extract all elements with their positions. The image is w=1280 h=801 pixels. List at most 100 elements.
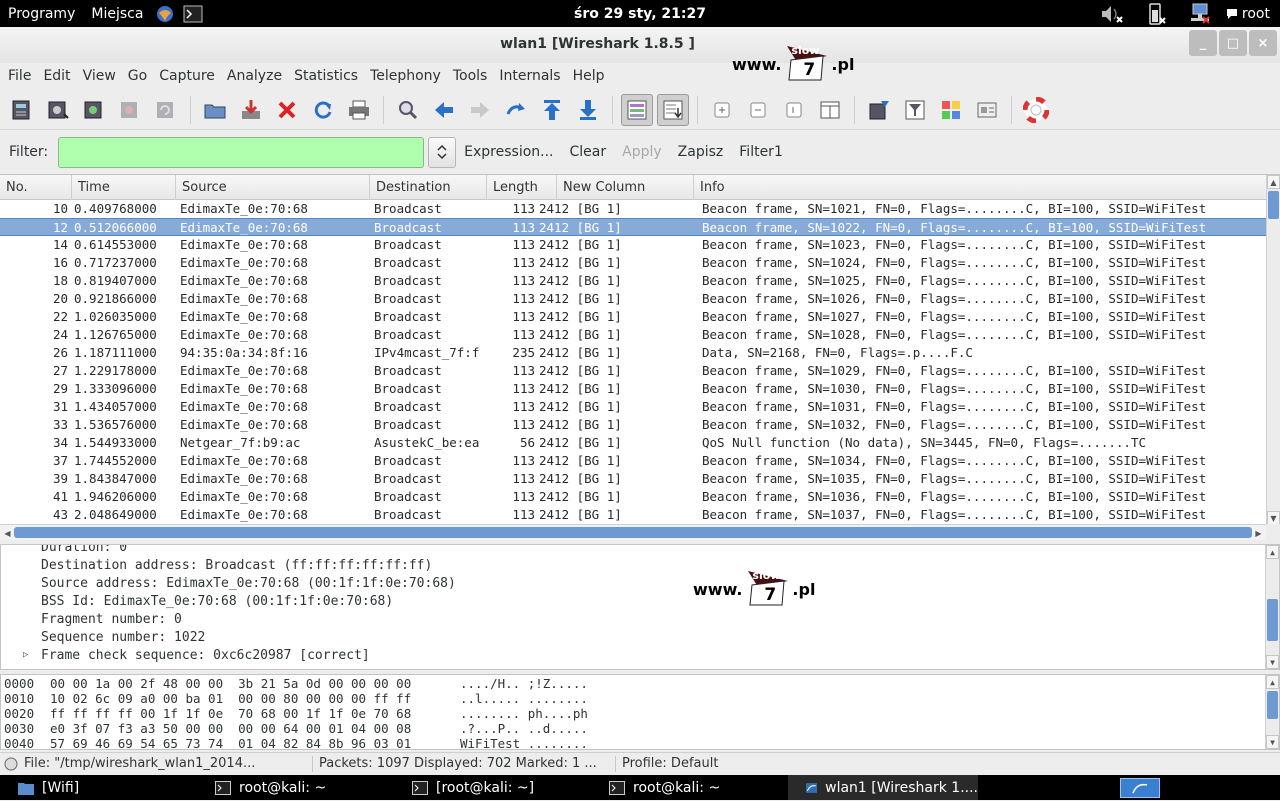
column-header-info[interactable]: Info	[694, 175, 1266, 200]
scroll-up-icon[interactable]: ▲	[1267, 175, 1280, 189]
scroll-down-icon[interactable]: ▼	[1266, 655, 1279, 669]
zoom-in-icon[interactable]	[706, 94, 738, 126]
terminal-launcher-icon[interactable]	[183, 4, 203, 24]
hex-line[interactable]: 0020 ff ff ff ff 00 1f 1f 0e 70 68 00 1f …	[4, 706, 588, 721]
menu-edit[interactable]: Edit	[37, 68, 76, 84]
menu-tools[interactable]: Tools	[447, 68, 494, 84]
zoom-out-icon[interactable]	[742, 94, 774, 126]
applications-menu[interactable]: Programy	[0, 0, 83, 27]
user-menu[interactable]: root	[1222, 6, 1280, 22]
scroll-up-icon[interactable]: ▲	[1266, 545, 1279, 559]
detail-line[interactable]: Frame check sequence: 0xc6c20987 [correc…	[41, 647, 370, 665]
save-filter-button[interactable]: Zapisz	[670, 144, 732, 160]
maximize-button[interactable]: □	[1219, 30, 1247, 56]
minimize-button[interactable]: _	[1189, 30, 1217, 56]
hex-line[interactable]: 0040 57 69 46 69 54 65 73 74 01 04 82 84 …	[4, 736, 588, 749]
print-icon[interactable]	[343, 94, 375, 126]
table-row[interactable]: 33 1.536576000 EdimaxTe_0e:70:68 Broadcast 1…	[0, 416, 1266, 434]
hex-line[interactable]: 0000 00 00 1a 00 2f 48 00 00 3b 21 5a 0d …	[4, 676, 588, 691]
clear-filter-button[interactable]: Clear	[562, 144, 615, 160]
scrollbar-thumb[interactable]	[1268, 191, 1279, 219]
packet-list-hscrollbar[interactable]: ◀ ▶	[0, 524, 1266, 540]
table-row-selected[interactable]: 12 0.512066000 EdimaxTe_0e:70:68 Broadcast 1…	[0, 218, 1266, 236]
table-row[interactable]: 18 0.819407000 EdimaxTe_0e:70:68 Broadcast 1…	[0, 272, 1266, 290]
go-last-packet-icon[interactable]	[572, 94, 604, 126]
display-filters-icon[interactable]	[899, 94, 931, 126]
task-wireshark[interactable]: wlan1 [Wireshark 1....	[788, 775, 978, 800]
interfaces-icon[interactable]	[6, 94, 38, 126]
table-row[interactable]: 24 1.126765000 EdimaxTe_0e:70:68 Broadcast 1…	[0, 326, 1266, 344]
resize-columns-icon[interactable]	[814, 94, 846, 126]
table-row[interactable]: 31 1.434057000 EdimaxTe_0e:70:68 Broadcast 1…	[0, 398, 1266, 416]
capture-options-icon[interactable]	[42, 94, 74, 126]
help-icon[interactable]	[1020, 94, 1052, 126]
scroll-down-icon[interactable]: ▼	[1266, 735, 1279, 749]
workspace-switcher[interactable]	[1120, 778, 1160, 798]
window-titlebar[interactable]: wlan1 [Wireshark 1.8.5 ] _ □ ×	[0, 27, 1280, 63]
close-button[interactable]: ×	[1249, 30, 1277, 56]
bytes-scrollbar[interactable]: ▲ ▼	[1265, 675, 1279, 749]
scroll-left-icon[interactable]: ◀	[1, 526, 14, 540]
scroll-down-icon[interactable]: ▼	[1267, 511, 1280, 524]
scrollbar-thumb[interactable]	[1267, 691, 1278, 719]
column-header-destination[interactable]: Destination	[370, 175, 487, 200]
browser-launcher-icon[interactable]	[155, 4, 175, 24]
places-menu[interactable]: Miejsca	[83, 0, 151, 27]
detail-line[interactable]: Sequence number: 1022	[41, 629, 205, 647]
menu-go[interactable]: Go	[122, 68, 153, 84]
filter-history-dropdown[interactable]	[428, 136, 457, 168]
column-header-length[interactable]: Length	[487, 175, 557, 200]
detail-line[interactable]: Fragment number: 0	[41, 611, 182, 629]
capture-restart-icon[interactable]	[150, 94, 182, 126]
reload-icon[interactable]	[307, 94, 339, 126]
close-file-icon[interactable]	[271, 94, 303, 126]
preferences-icon[interactable]	[971, 94, 1003, 126]
go-to-packet-icon[interactable]	[500, 94, 532, 126]
capture-start-icon[interactable]	[78, 94, 110, 126]
task-terminal-2[interactable]: [root@kali: ~]	[394, 775, 591, 800]
network-icon[interactable]	[1186, 2, 1214, 26]
menu-internals[interactable]: Internals	[493, 68, 566, 84]
column-header-time[interactable]: Time	[72, 175, 176, 200]
capture-stop-icon[interactable]	[114, 94, 146, 126]
menu-file[interactable]: File	[2, 68, 37, 84]
table-row[interactable]: 14 0.614553000 EdimaxTe_0e:70:68 Broadcast 1…	[0, 236, 1266, 254]
table-row[interactable]: 27 1.229178000 EdimaxTe_0e:70:68 Broadcast 1…	[0, 362, 1266, 380]
column-header-new-column[interactable]: New Column	[557, 175, 694, 200]
table-row[interactable]: 39 1.843847000 EdimaxTe_0e:70:68 Broadcast 1…	[0, 470, 1266, 488]
display-filter-input[interactable]	[58, 136, 425, 168]
scroll-up-icon[interactable]: ▲	[1266, 675, 1279, 689]
table-row[interactable]: 26 1.187111000 94:35:0a:34:8f:16 IPv4mcast_…	[0, 344, 1266, 362]
hex-line[interactable]: 0010 10 02 6c 09 a0 00 ba 01 00 00 80 00 …	[4, 691, 588, 706]
details-scrollbar[interactable]: ▲ ▼	[1265, 545, 1279, 669]
column-header-source[interactable]: Source	[176, 175, 370, 200]
go-forward-icon[interactable]	[464, 94, 496, 126]
table-row[interactable]: 43 2.048649000 EdimaxTe_0e:70:68 Broadcast 1…	[0, 506, 1266, 524]
detail-line[interactable]: BSS Id: EdimaxTe_0e:70:68 (00:1f:1f:0e:7…	[41, 593, 393, 611]
open-file-icon[interactable]	[199, 94, 231, 126]
table-row[interactable]: 10 0.409768000 EdimaxTe_0e:70:68 Broadcast 1…	[0, 200, 1266, 218]
hex-line[interactable]: 0030 e0 3f 07 f3 a3 50 00 00 00 00 64 00 …	[4, 721, 588, 736]
scrollbar-thumb[interactable]	[1267, 599, 1278, 641]
capture-filters-icon[interactable]	[863, 94, 895, 126]
go-first-packet-icon[interactable]	[536, 94, 568, 126]
menu-analyze[interactable]: Analyze	[221, 68, 288, 84]
task-terminal-3[interactable]: root@kali: ~	[591, 775, 788, 800]
detail-line[interactable]: Duration: 0	[41, 545, 127, 557]
packet-details-pane[interactable]: Duration: 0 Destination address: Broadcas…	[0, 544, 1280, 670]
packet-bytes-pane[interactable]: 0000 00 00 1a 00 2f 48 00 00 3b 21 5a 0d …	[0, 674, 1280, 750]
detail-line[interactable]: Destination address: Broadcast (ff:ff:ff…	[41, 557, 432, 575]
find-packet-icon[interactable]	[392, 94, 424, 126]
column-header-no[interactable]: No.	[0, 175, 72, 200]
menu-view[interactable]: View	[77, 68, 122, 84]
status-profile[interactable]: Profile: Default	[616, 756, 724, 771]
auto-scroll-icon[interactable]	[657, 93, 689, 126]
expression-button[interactable]: Expression...	[456, 144, 561, 160]
packet-list-scrollbar[interactable]: ▲ ▼	[1266, 175, 1280, 524]
task-wifi-folder[interactable]: [Wifi]	[0, 775, 197, 800]
table-row[interactable]: 22 1.026035000 EdimaxTe_0e:70:68 Broadcast 1…	[0, 308, 1266, 326]
task-terminal-1[interactable]: root@kali: ~	[197, 775, 394, 800]
menu-statistics[interactable]: Statistics	[288, 68, 364, 84]
volume-muted-icon[interactable]	[1098, 2, 1126, 26]
go-back-icon[interactable]	[428, 94, 460, 126]
